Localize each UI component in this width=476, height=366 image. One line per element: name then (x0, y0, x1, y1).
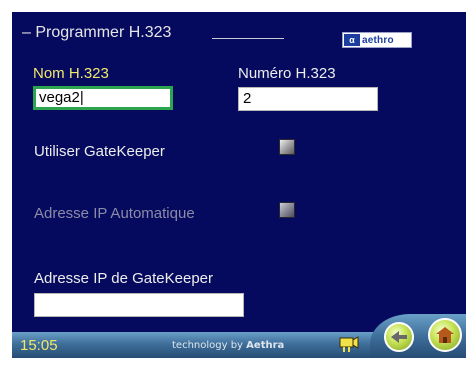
title-dash: – (22, 24, 31, 41)
screen: – Programmer H.323 α aethro Nom H.323 ve… (12, 12, 466, 358)
auto-ip-checkbox[interactable] (279, 202, 295, 218)
tech-brand: Aethra (246, 340, 285, 351)
use-gatekeeper-label: Utiliser GateKeeper (34, 143, 165, 160)
gatekeeper-ip-label: Adresse IP de GateKeeper (34, 270, 214, 287)
auto-ip-label: Adresse IP Automatique (34, 205, 195, 222)
title-divider (212, 38, 284, 39)
camera-icon[interactable] (338, 334, 360, 354)
logo-text: aethro (362, 34, 394, 46)
gatekeeper-ip-field[interactable] (34, 293, 244, 317)
h323-number-label: Numéro H.323 (238, 65, 336, 82)
page-title: – Programmer H.323 (22, 24, 171, 42)
h323-name-label: Nom H.323 (33, 65, 109, 82)
home-button[interactable] (428, 318, 462, 352)
use-gatekeeper-checkbox[interactable] (279, 139, 295, 155)
title-text: Programmer H.323 (35, 24, 172, 41)
h323-name-field[interactable]: vega2| (33, 86, 173, 110)
tech-prefix: technology by (172, 340, 243, 351)
logo-mark: α (344, 34, 360, 46)
clock: 15:05 (20, 337, 58, 354)
aethra-logo: α aethro (342, 32, 412, 48)
back-arrow-icon (391, 331, 407, 343)
back-button[interactable] (384, 322, 414, 352)
h323-number-field[interactable]: 2 (238, 87, 378, 111)
home-icon (436, 327, 454, 343)
status-bar: 15:05 technology by Aethra (12, 314, 466, 358)
tech-credit: technology by Aethra (172, 340, 284, 351)
